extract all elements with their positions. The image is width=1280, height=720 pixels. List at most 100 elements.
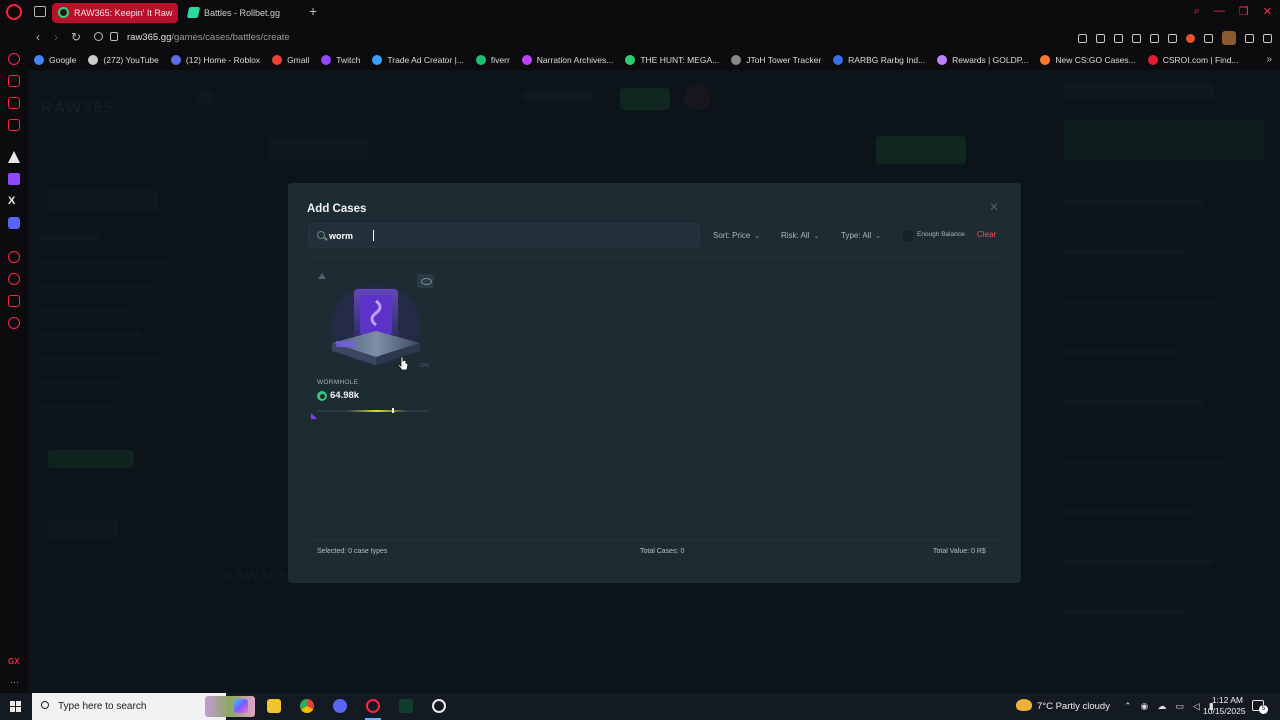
back-icon[interactable]: ‹ [36,30,40,44]
clear-filters-button[interactable]: Clear [977,230,996,239]
snapshot-icon[interactable] [1096,33,1105,43]
minimize-icon[interactable]: — [1214,5,1225,18]
opera-logo-icon[interactable] [6,4,22,20]
vpn-icon[interactable] [1114,33,1123,43]
history-icon[interactable] [8,273,20,285]
add-cases-modal: Add Cases ✕ Sort: Price⌄ Risk: All⌄ Type… [288,183,1021,583]
windows-start-icon[interactable] [10,701,21,712]
player-icon[interactable] [1132,33,1141,43]
taskbar-search[interactable]: Type here to search [32,693,255,720]
app-icon[interactable] [399,699,413,713]
x-twitter-icon[interactable]: X [8,195,20,207]
case-card-wormhole[interactable]: 10% WORMHOLE 64.98k [308,269,434,419]
weather-icon[interactable] [1016,699,1032,711]
url-field[interactable]: raw365.gg/games/cases/battles/create [127,32,290,43]
bookmark-label: CSROI.com | Find... [1162,55,1239,65]
close-window-icon[interactable]: ✕ [1263,5,1272,18]
gx-logo-icon[interactable]: GX [8,657,20,666]
bookmark-item[interactable]: Google [34,55,76,65]
bookmark-item[interactable]: Narration Archives... [521,55,613,65]
site-settings-icon[interactable] [94,32,103,41]
bookmark-favicon-icon [475,55,486,65]
heart-icon[interactable] [1168,33,1177,43]
sort-dropdown[interactable]: Sort: Price ⌄ [713,223,760,248]
bookmark-label: RARBG Rarbg Ind... [848,55,926,65]
app-circle-icon[interactable] [432,699,446,713]
gx-control-icon[interactable] [8,75,20,87]
taskbar-search-placeholder: Type here to search [58,701,147,712]
chrome-icon[interactable] [300,699,314,713]
arc-icon[interactable] [8,151,20,163]
bookmark-favicon-icon [272,55,283,65]
bookmarks-overflow-icon[interactable]: » [1266,54,1272,65]
easy-setup-icon[interactable] [1150,33,1159,43]
network-icon[interactable]: ▭ [1175,701,1184,712]
tab-label: RAW365: Keepin' It Raw [74,8,173,18]
notification-count: 5 [1259,705,1268,714]
file-explorer-icon[interactable] [267,699,281,713]
bookmark-item[interactable]: (12) Home - Roblox [170,55,261,65]
lock-icon [110,32,118,41]
weather-text[interactable]: 7°C Partly cloudy [1037,701,1110,712]
bookmark-item[interactable]: CSROI.com | Find... [1147,55,1239,65]
chevron-down-icon: ⌄ [754,232,761,240]
player-sidebar-icon[interactable] [8,251,20,263]
wormhole-case-image [332,285,420,365]
enough-balance-checkbox[interactable] [903,231,913,241]
tab-raw365[interactable]: RAW365: Keepin' It Raw [52,3,178,23]
bookmark-item[interactable]: Gmail [272,55,309,65]
reload-icon[interactable]: ↻ [71,30,81,44]
enough-balance-label: Enough Balance [917,231,965,238]
clock[interactable]: 1:12 AM 10/15/2025 [1203,695,1246,717]
case-search-box[interactable] [308,223,700,248]
gx-cleaner-icon[interactable] [8,119,20,131]
settings-gear-icon[interactable] [8,317,20,329]
more-options-icon[interactable]: ··· [10,677,19,687]
profile-avatar[interactable] [1222,31,1236,45]
bookmark-label: Gmail [287,55,310,65]
bookmark-item[interactable]: Rewards | GOLDP... [937,55,1028,65]
bookmark-item[interactable]: RARBG Rarbg Ind... [833,55,925,65]
extension-fox-icon[interactable] [1186,33,1195,43]
aria-icon[interactable] [8,53,20,65]
new-tab-plus-icon[interactable]: + [309,4,317,18]
bookmark-item[interactable]: fiverr [475,55,510,65]
bookmark-item[interactable]: THE HUNT: MEGA... [625,55,719,65]
downloads-icon[interactable] [1245,33,1254,43]
rollbet-favicon-icon [186,7,201,18]
chevron-up-icon[interactable]: ⌃ [1124,701,1132,712]
risk-dropdown[interactable]: Risk: All ⌄ [781,223,819,248]
menu-icon[interactable] [1263,33,1272,43]
gx-corner-icon[interactable] [8,97,20,109]
search-tabs-icon[interactable]: ⌕ [1194,5,1200,18]
bookmark-item[interactable]: Twitch [321,55,360,65]
bookmark-icon[interactable] [1078,33,1087,43]
forward-icon[interactable]: › [54,30,58,44]
copilot-icon[interactable] [234,699,248,713]
opera-gx-icon[interactable] [366,699,380,713]
tray-app-icon[interactable]: ◉ [1141,701,1149,712]
tab-workspaces-icon[interactable] [34,6,46,17]
bookmark-label: Twitch [336,55,361,65]
extensions-icon[interactable] [1204,33,1213,43]
rarity-bar-fill [347,410,407,412]
onedrive-icon[interactable]: ☁ [1157,701,1166,712]
pinboard-icon[interactable] [8,295,20,307]
maximize-icon[interactable]: ❐ [1239,5,1249,18]
discord-icon[interactable] [8,217,20,229]
tab-rollbet[interactable]: Battles - Rollbet.gg [182,3,302,23]
twitch-icon[interactable] [8,173,20,185]
close-icon[interactable]: ✕ [989,200,999,214]
discord-taskbar-icon[interactable] [333,699,347,713]
volume-icon[interactable]: ◁ [1193,701,1200,712]
bookmark-label: (12) Home - Roblox [185,55,261,65]
divider [308,257,1000,258]
bookmark-label: Rewards | GOLDP... [952,55,1029,65]
bookmark-item[interactable]: New CS:GO Cases... [1040,55,1136,65]
bookmark-item[interactable]: (272) YouTube [88,55,159,65]
bookmark-item[interactable]: JToH Tower Tracker [731,55,821,65]
type-dropdown[interactable]: Type: All ⌄ [841,223,881,248]
bookmark-label: (272) YouTube [103,55,159,65]
bookmark-item[interactable]: Trade Ad Creator |... [372,55,464,65]
case-search-input[interactable] [329,226,689,245]
